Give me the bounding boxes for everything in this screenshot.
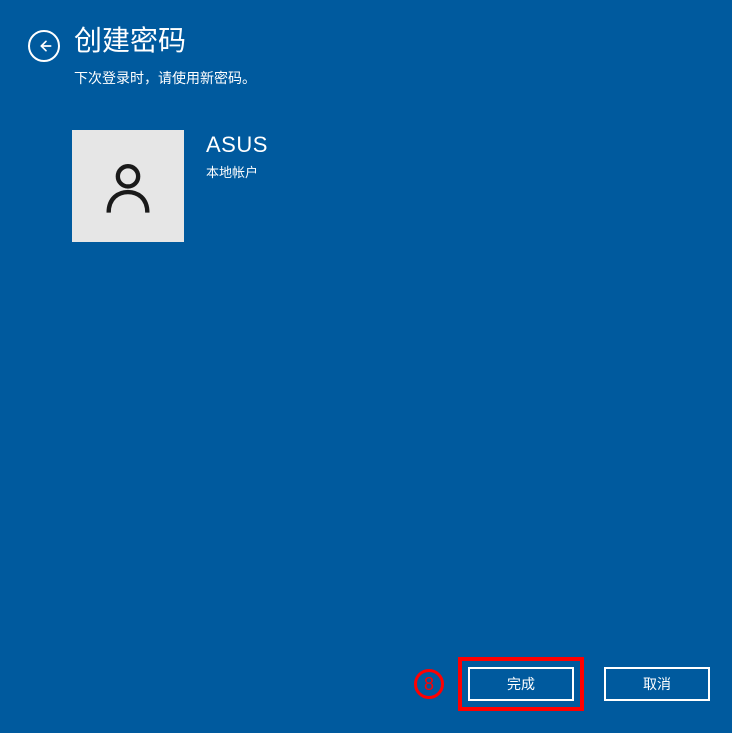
account-type: 本地帐户 [206,162,268,181]
page-subtitle: 下次登录时，请使用新密码。 [74,68,256,88]
username: ASUS [206,132,268,158]
arrow-left-icon [36,38,52,54]
annotation-highlight: 完成 [458,657,584,711]
avatar [72,130,184,242]
back-button[interactable] [28,30,60,62]
finish-button[interactable]: 完成 [468,667,574,701]
annotation-badge: 8 [414,669,444,699]
user-icon [99,157,157,215]
cancel-button[interactable]: 取消 [604,667,710,701]
page-title: 创建密码 [74,24,256,58]
